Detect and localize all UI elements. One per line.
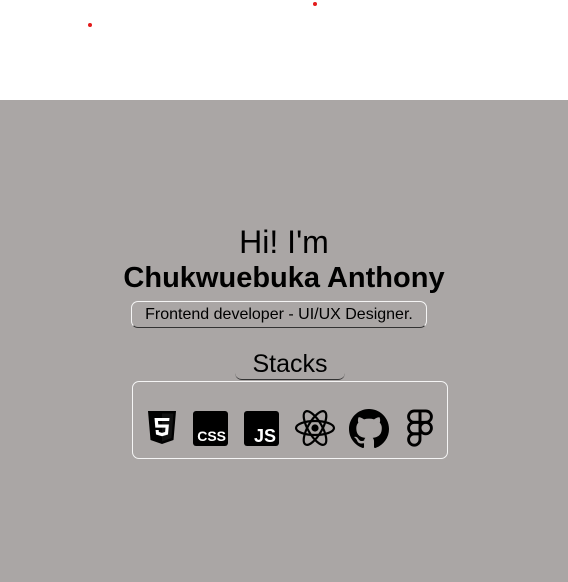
top-area [0,0,568,100]
react-icon [294,409,336,447]
role-badge: Frontend developer - UI/UX Designer. [131,301,427,328]
greeting-text: Hi! I'm [239,224,329,260]
css-icon: CSS [193,411,228,446]
stacks-heading: Stacks [235,348,345,380]
hero-section: Hi! I'm Chukwuebuka Anthony Frontend dev… [0,100,568,582]
javascript-icon: JS [244,411,279,446]
stacks-container: CSS JS [132,381,448,459]
decorative-dot [88,23,92,27]
developer-name: Chukwuebuka Anthony [123,262,445,294]
css-label: CSS [197,428,226,444]
js-label: JS [254,426,276,446]
html5-icon [147,409,177,447]
figma-icon [405,409,435,449]
decorative-dot [313,2,317,6]
github-icon [349,409,389,449]
